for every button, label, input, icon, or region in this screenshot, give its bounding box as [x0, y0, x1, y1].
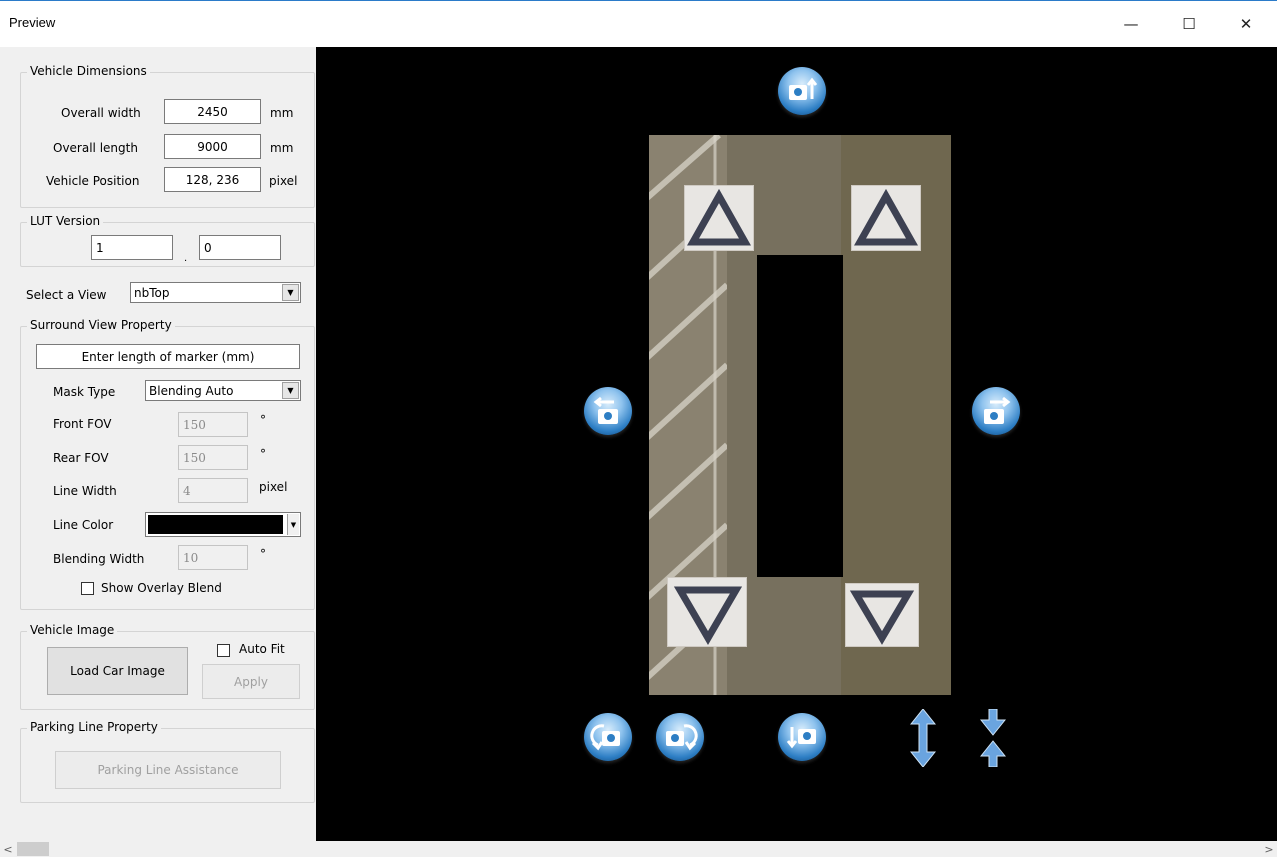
select-view-dropdown[interactable]: nbTop ▼ — [130, 282, 301, 303]
line-color-label: Line Color — [53, 518, 114, 532]
rotate-cw-camera-icon[interactable] — [656, 713, 704, 761]
minimize-icon: — — [1123, 15, 1139, 33]
preview-viewport[interactable] — [316, 47, 1277, 841]
window-title: Preview — [9, 15, 56, 30]
rear-right-marker — [845, 583, 919, 647]
shrink-vertical-icon[interactable] — [979, 708, 1007, 768]
vehicle-position-unit: pixel — [269, 174, 298, 188]
auto-fit-label: Auto Fit — [239, 642, 285, 656]
show-overlay-checkbox[interactable] — [81, 582, 94, 595]
move-left-camera-icon[interactable] — [584, 387, 632, 435]
chevron-down-icon: ▼ — [287, 514, 299, 535]
mask-type-dropdown[interactable]: Blending Auto ▼ — [145, 380, 301, 401]
front-left-marker — [684, 185, 754, 251]
rear-fov-field[interactable]: 150 — [178, 445, 248, 470]
line-width-unit: pixel — [259, 480, 288, 494]
scroll-left-icon[interactable]: < — [0, 841, 16, 857]
chevron-down-icon: ▼ — [282, 284, 299, 301]
select-view-label: Select a View — [26, 288, 107, 302]
lut-version-legend: LUT Version — [27, 214, 104, 228]
triangle-up-icon — [687, 188, 751, 246]
front-fov-field[interactable]: 150 — [178, 412, 248, 437]
blending-width-label: Blending Width — [53, 552, 145, 566]
mask-type-value: Blending Auto — [149, 383, 234, 398]
line-width-field[interactable]: 4 — [178, 478, 248, 503]
parking-line-assistance-button[interactable]: Parking Line Assistance — [55, 751, 281, 789]
triangle-down-icon — [673, 586, 743, 645]
rear-fov-label: Rear FOV — [53, 451, 109, 465]
overall-length-field[interactable]: 9000 — [164, 134, 261, 159]
vehicle-image-legend: Vehicle Image — [27, 623, 118, 637]
stretch-vertical-icon[interactable] — [909, 708, 937, 768]
vehicle-dimensions-legend: Vehicle Dimensions — [27, 64, 150, 78]
line-width-label: Line Width — [53, 484, 117, 498]
vehicle-position-label: Vehicle Position — [46, 174, 140, 188]
horizontal-scrollbar[interactable]: < > — [0, 841, 1277, 857]
chevron-down-icon: ▼ — [282, 382, 299, 399]
front-fov-label: Front FOV — [53, 417, 112, 431]
overall-width-unit: mm — [270, 106, 294, 120]
show-overlay-label: Show Overlay Blend — [101, 581, 222, 595]
triangle-up-icon — [854, 188, 918, 246]
select-view-value: nbTop — [134, 285, 170, 300]
close-icon: ✕ — [1239, 15, 1253, 33]
rear-left-marker — [667, 577, 747, 647]
overall-length-label: Overall length — [53, 141, 138, 155]
minimize-button[interactable]: — — [1108, 9, 1154, 39]
auto-fit-checkbox[interactable] — [217, 644, 230, 657]
vehicle-area — [757, 255, 843, 577]
blending-width-field[interactable]: 10 — [178, 545, 248, 570]
move-up-camera-icon[interactable] — [778, 67, 826, 115]
line-color-swatch — [148, 515, 283, 534]
settings-panel: Vehicle Dimensions Overall width 2450 mm… — [0, 47, 316, 841]
overall-width-label: Overall width — [61, 106, 141, 120]
move-right-camera-icon[interactable] — [972, 387, 1020, 435]
marker-length-input[interactable]: Enter length of marker (mm) — [36, 344, 300, 369]
mask-type-label: Mask Type — [53, 385, 116, 399]
lut-minor-field[interactable]: 0 — [199, 235, 281, 260]
line-color-picker[interactable]: ▼ — [145, 512, 301, 537]
scroll-right-icon[interactable]: > — [1261, 841, 1277, 857]
rear-fov-unit: ° — [260, 447, 266, 461]
front-fov-unit: ° — [260, 413, 266, 427]
parking-line-legend: Parking Line Property — [27, 720, 161, 734]
triangle-down-icon — [849, 590, 915, 645]
rotate-ccw-camera-icon[interactable] — [584, 713, 632, 761]
load-car-image-button[interactable]: Load Car Image — [47, 647, 188, 695]
apply-button[interactable]: Apply — [202, 664, 300, 699]
maximize-button[interactable]: ☐ — [1166, 9, 1212, 39]
front-right-marker — [851, 185, 921, 251]
maximize-icon: ☐ — [1182, 15, 1196, 33]
lut-major-field[interactable]: 1 — [91, 235, 173, 260]
surround-view-legend: Surround View Property — [27, 318, 175, 332]
vehicle-position-field[interactable]: 128, 236 — [164, 167, 261, 192]
title-bar: Preview — ☐ ✕ — [0, 0, 1277, 47]
overall-width-field[interactable]: 2450 — [164, 99, 261, 124]
lut-separator: . — [184, 253, 188, 264]
blending-width-unit: ° — [260, 547, 266, 561]
surround-view-image[interactable] — [649, 135, 951, 695]
scrollbar-thumb[interactable] — [17, 842, 49, 856]
close-button[interactable]: ✕ — [1223, 9, 1269, 39]
overall-length-unit: mm — [270, 141, 294, 155]
move-down-camera-icon[interactable] — [778, 713, 826, 761]
